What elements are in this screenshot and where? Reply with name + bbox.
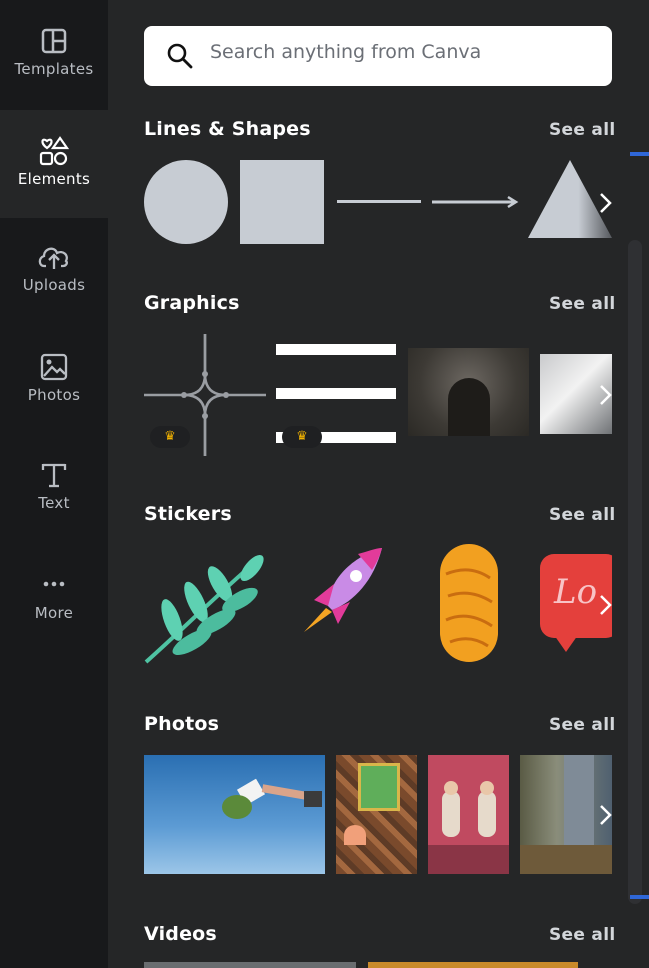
search-icon bbox=[167, 43, 193, 69]
see-all-lines-shapes[interactable]: See all bbox=[549, 120, 615, 140]
nav-templates-label: Templates bbox=[14, 60, 94, 78]
section-title-lines-shapes: Lines & Shapes bbox=[144, 118, 311, 140]
chevron-right-icon[interactable] bbox=[596, 188, 616, 218]
square-shape[interactable] bbox=[240, 160, 324, 244]
photo-sky-jump[interactable] bbox=[144, 755, 325, 874]
more-icon bbox=[43, 581, 65, 587]
section-title-graphics: Graphics bbox=[144, 292, 240, 314]
circle-shape[interactable] bbox=[144, 160, 228, 244]
chevron-right-icon[interactable] bbox=[596, 380, 616, 410]
premium-crown-badge: ♛ bbox=[150, 426, 190, 448]
photos-icon bbox=[40, 353, 68, 381]
nav-elements-label: Elements bbox=[17, 170, 91, 188]
search-input[interactable] bbox=[208, 40, 592, 64]
see-all-stickers[interactable]: See all bbox=[549, 505, 615, 525]
panel-scrollbar[interactable] bbox=[628, 240, 642, 904]
section-title-stickers: Stickers bbox=[144, 503, 232, 525]
nav-text-label: Text bbox=[38, 494, 70, 512]
see-all-photos[interactable]: See all bbox=[549, 715, 615, 735]
leaf-branch-sticker[interactable] bbox=[142, 550, 266, 666]
section-title-videos: Videos bbox=[144, 923, 217, 945]
rocket-sticker[interactable] bbox=[298, 544, 386, 636]
accent-marker bbox=[630, 152, 649, 156]
nav-uploads-label: Uploads bbox=[22, 276, 86, 294]
photo-two-people[interactable] bbox=[428, 755, 509, 874]
see-all-graphics[interactable]: See all bbox=[549, 294, 615, 314]
nav-elements[interactable]: Elements bbox=[0, 110, 108, 218]
upload-cloud-icon bbox=[38, 247, 68, 269]
nav-more-label: More bbox=[34, 604, 74, 622]
video-thumbnail[interactable] bbox=[144, 962, 356, 968]
nav-more[interactable]: More bbox=[0, 542, 108, 650]
elements-icon bbox=[39, 136, 70, 166]
arrow-line-shape[interactable] bbox=[432, 192, 522, 212]
accent-marker bbox=[630, 895, 649, 899]
templates-icon bbox=[41, 28, 67, 54]
search-box[interactable] bbox=[144, 26, 612, 86]
silhouette-photo-graphic[interactable] bbox=[408, 348, 529, 436]
chevron-right-icon[interactable] bbox=[596, 800, 616, 830]
text-icon bbox=[41, 463, 67, 488]
chevron-right-icon[interactable] bbox=[596, 590, 616, 620]
nav-uploads[interactable]: Uploads bbox=[0, 218, 108, 326]
premium-crown-badge: ♛ bbox=[282, 426, 322, 448]
side-navigation: Templates Elements Uploads Photos Text M… bbox=[0, 0, 108, 968]
nav-templates[interactable]: Templates bbox=[0, 0, 108, 108]
see-all-videos[interactable]: See all bbox=[549, 925, 615, 945]
line-shape[interactable] bbox=[337, 200, 421, 203]
pill-pattern-sticker[interactable] bbox=[440, 544, 498, 662]
photo-patterned-wall[interactable] bbox=[336, 755, 417, 874]
nav-text[interactable]: Text bbox=[0, 434, 108, 542]
nav-photos-label: Photos bbox=[27, 386, 81, 404]
nav-photos[interactable]: Photos bbox=[0, 326, 108, 434]
video-thumbnail[interactable] bbox=[368, 962, 578, 968]
section-title-photos: Photos bbox=[144, 713, 220, 735]
